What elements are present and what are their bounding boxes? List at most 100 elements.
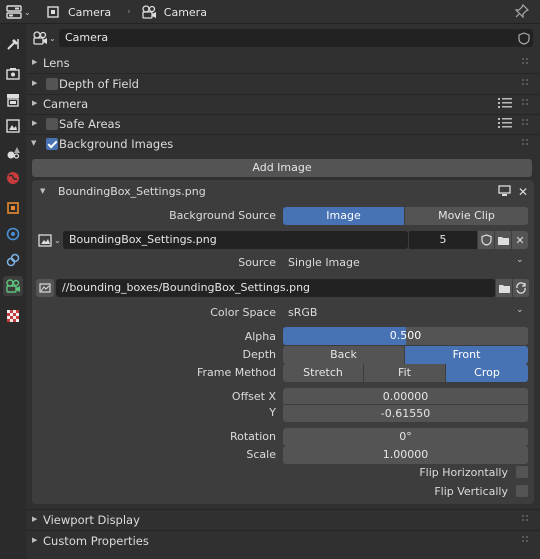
source-dropdown[interactable]: Single Image ⌄ <box>283 254 528 272</box>
bg-image-subpanel-header[interactable]: ▼ BoundingBox_Settings.png ✕ <box>32 182 534 202</box>
datablock-selector[interactable]: ⌄ <box>32 29 58 47</box>
tab-texture[interactable] <box>3 306 23 326</box>
panel-background-images-label: Background Images <box>59 137 174 151</box>
collapsed-triangle-icon: ▶ <box>32 119 38 127</box>
offset-x-label: Offset X <box>231 390 276 403</box>
panel-dof-label: Depth of Field <box>59 77 139 91</box>
drag-grip-icon[interactable] <box>522 515 532 525</box>
unlink-image-icon[interactable]: ✕ <box>512 231 528 249</box>
image-users-count[interactable]: 5 <box>409 231 477 249</box>
tab-physics[interactable] <box>3 224 23 244</box>
constraint-icon <box>6 253 20 267</box>
alpha-slider[interactable]: 0.500 <box>283 327 528 345</box>
panel-depth-of-field[interactable]: ▶ Depth of Field <box>26 74 540 94</box>
world-icon <box>7 172 19 184</box>
object-orange-icon <box>7 202 19 214</box>
tab-output[interactable] <box>3 90 23 110</box>
breadcrumb-separator-icon: › <box>127 7 131 17</box>
expanded-triangle-icon: ▼ <box>31 139 37 147</box>
browse-folder-icon[interactable] <box>496 279 512 297</box>
tab-view-layer[interactable] <box>3 116 23 136</box>
panel-custom-properties[interactable]: ▶ Custom Properties <box>26 531 540 551</box>
flip-vertically-checkbox[interactable] <box>516 485 528 497</box>
offset-y-label: Y <box>269 406 276 419</box>
drag-grip-icon[interactable] <box>522 536 532 546</box>
tab-object[interactable] <box>3 198 23 218</box>
bg-source-movie-clip-button[interactable]: Movie Clip <box>405 207 528 225</box>
render-icon <box>6 68 20 80</box>
tab-render[interactable] <box>3 64 23 84</box>
depth-front-button[interactable]: Front <box>405 346 528 364</box>
color-space-dropdown[interactable]: sRGB ⌄ <box>283 304 528 322</box>
properties-header: ⌄ Camera › Camera <box>0 0 540 24</box>
tab-scene[interactable] <box>3 142 23 162</box>
drag-grip-icon[interactable] <box>522 119 532 129</box>
collapsed-triangle-icon: ▶ <box>32 536 38 544</box>
background-source-label: Background Source <box>169 209 276 222</box>
texture-icon <box>7 310 19 322</box>
drag-grip-icon[interactable] <box>522 58 532 68</box>
panel-camera[interactable]: ▶ Camera <box>26 94 540 114</box>
image-name-field[interactable]: BoundingBox_Settings.png <box>63 231 408 249</box>
tab-world[interactable] <box>3 168 23 188</box>
dof-checkbox[interactable] <box>46 78 58 90</box>
panel-viewport-display[interactable]: ▶ Viewport Display <box>26 510 540 530</box>
drag-grip-icon[interactable] <box>522 79 532 89</box>
show-in-viewport-icon[interactable] <box>498 185 512 199</box>
camera-data-icon <box>142 5 156 19</box>
chevron-down-icon: ⌄ <box>54 235 61 245</box>
datablock-name-field[interactable]: Camera <box>59 29 515 47</box>
safe-areas-checkbox[interactable] <box>46 118 58 130</box>
frame-method-crop-button[interactable]: Crop <box>446 364 528 382</box>
tab-constraints[interactable] <box>3 250 23 270</box>
rotation-field[interactable]: 0° <box>283 428 528 446</box>
bg-source-image-button[interactable]: Image <box>283 207 404 225</box>
presets-list-icon[interactable] <box>498 97 512 111</box>
drag-grip-icon[interactable] <box>522 99 532 109</box>
tool-icon <box>7 39 19 50</box>
remove-bg-image-icon[interactable]: ✕ <box>516 185 530 199</box>
editor-type-button[interactable]: ⌄ <box>6 3 36 21</box>
panel-custom-properties-label: Custom Properties <box>43 534 149 548</box>
scale-field[interactable]: 1.00000 <box>283 446 528 464</box>
panel-camera-label: Camera <box>43 97 89 111</box>
image-browse-button[interactable]: ⌄ <box>38 231 64 249</box>
background-images-checkbox[interactable] <box>46 138 58 150</box>
offset-y-field[interactable]: -0.61550 <box>283 404 528 422</box>
collapsed-triangle-icon: ▶ <box>32 79 38 87</box>
open-image-folder-icon[interactable] <box>495 231 511 249</box>
camera-data-icon <box>33 31 47 45</box>
presets-list-icon[interactable] <box>498 117 512 131</box>
tab-tool[interactable] <box>3 34 23 54</box>
panel-background-images[interactable]: ▼ Background Images <box>26 134 540 154</box>
pin-icon[interactable] <box>514 3 531 20</box>
drag-grip-icon[interactable] <box>522 139 532 149</box>
output-icon <box>7 94 19 107</box>
fake-user-shield-icon[interactable] <box>478 231 494 249</box>
fake-user-shield-icon[interactable] <box>515 29 533 47</box>
object-icon <box>47 6 59 18</box>
properties-editor-icon <box>6 5 22 19</box>
filepath-field[interactable]: //bounding_boxes/BoundingBox_Settings.pn… <box>56 279 495 297</box>
breadcrumb-camera-data: Camera <box>163 5 207 19</box>
panel-lens-label: Lens <box>43 56 70 70</box>
source-label: Source <box>238 256 276 269</box>
collapsed-triangle-icon: ▶ <box>32 58 38 66</box>
reload-icon[interactable] <box>513 279 529 297</box>
depth-back-button[interactable]: Back <box>283 346 404 364</box>
frame-method-fit-button[interactable]: Fit <box>364 364 445 382</box>
chevron-down-icon: ⌄ <box>516 305 524 315</box>
tab-object-data-camera[interactable] <box>3 276 23 296</box>
panel-safe-areas-label: Safe Areas <box>59 117 121 131</box>
add-image-button[interactable]: Add Image <box>32 159 532 177</box>
scene-icon <box>7 147 20 159</box>
color-space-label: Color Space <box>210 306 276 319</box>
frame-method-label: Frame Method <box>196 366 276 379</box>
panel-lens[interactable]: ▶ Lens <box>26 53 540 73</box>
collapsed-triangle-icon: ▶ <box>32 515 38 523</box>
rotation-label: Rotation <box>229 430 276 443</box>
source-dropdown-value: Single Image <box>288 256 360 269</box>
flip-horizontally-checkbox[interactable] <box>516 466 528 478</box>
frame-method-stretch-button[interactable]: Stretch <box>283 364 363 382</box>
panel-safe-areas[interactable]: ▶ Safe Areas <box>26 114 540 134</box>
